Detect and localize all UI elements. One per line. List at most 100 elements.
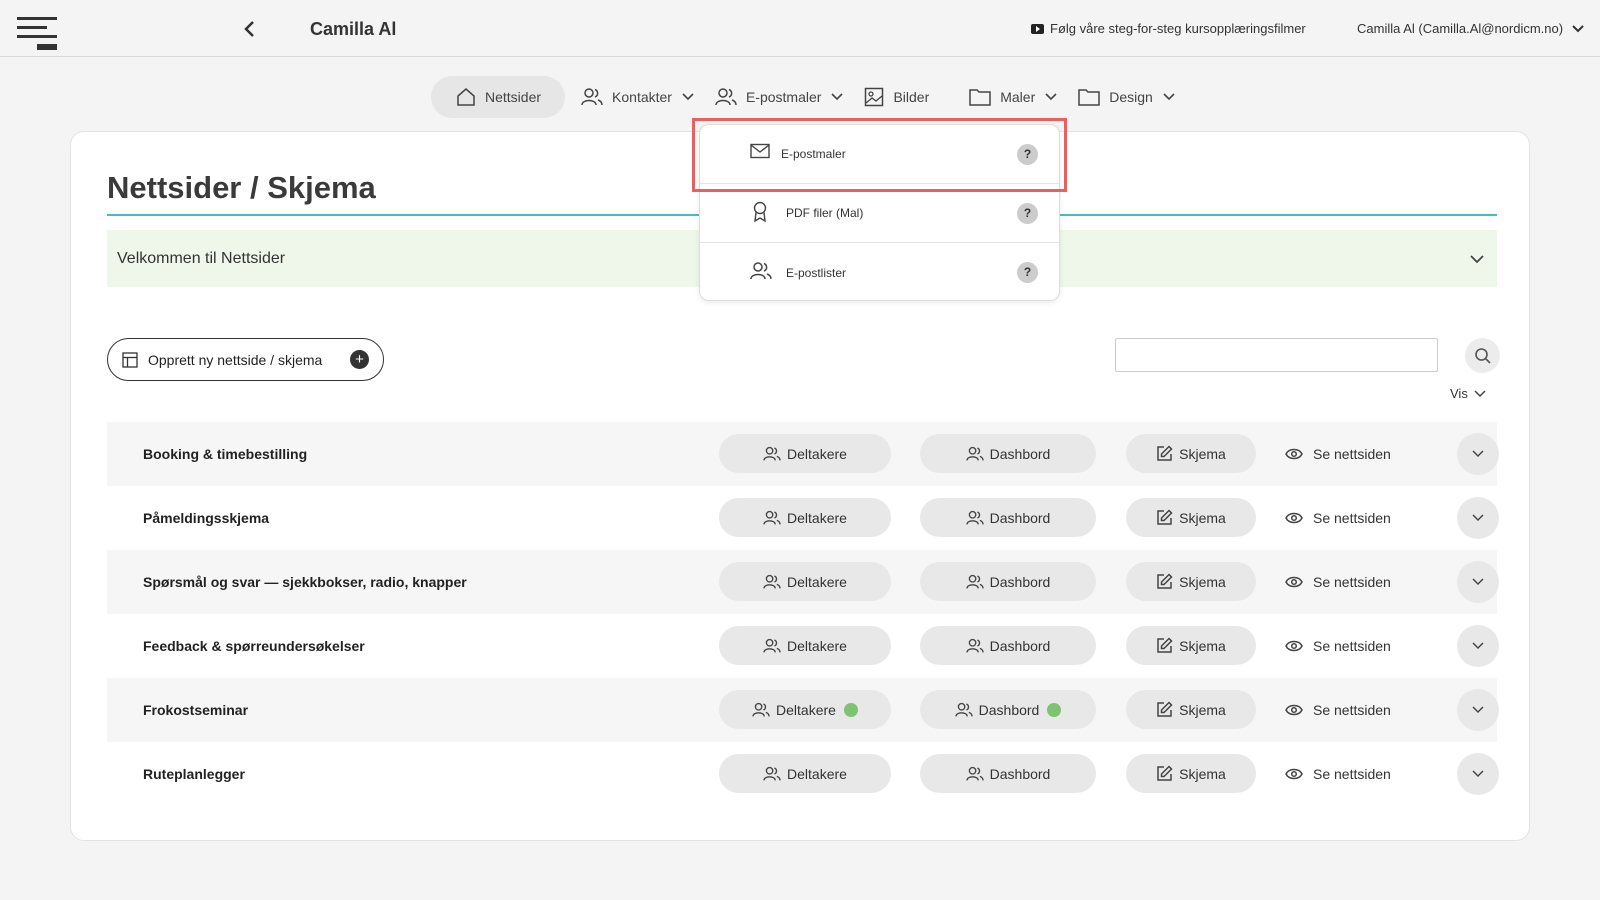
award-icon bbox=[753, 201, 767, 223]
dropdown-item-pdf-filer[interactable]: PDF filer (Mal) ? bbox=[700, 184, 1059, 243]
dashboard-label: Dashbord bbox=[989, 445, 1051, 462]
tab-design[interactable]: Design bbox=[1068, 76, 1186, 118]
view-page-label: Se nettsiden bbox=[1313, 509, 1391, 526]
table-row: Spørsmål og svar — sjekkbokser, radio, k… bbox=[107, 550, 1499, 614]
form-button[interactable]: Skjema bbox=[1126, 754, 1256, 793]
tab-label: Kontakter bbox=[612, 89, 672, 105]
view-page-button[interactable]: Se nettsiden bbox=[1285, 690, 1391, 729]
tab-label: Design bbox=[1109, 89, 1153, 105]
form-button[interactable]: Skjema bbox=[1126, 690, 1256, 729]
tutorial-videos-link[interactable]: Følg våre steg-for-steg kursopplæringsfi… bbox=[1031, 21, 1306, 36]
users-icon bbox=[715, 88, 737, 106]
search-icon bbox=[1474, 347, 1491, 364]
users-icon bbox=[965, 638, 984, 653]
tab-kontakter[interactable]: Kontakter bbox=[571, 76, 705, 118]
tab-bilder[interactable]: Bilder bbox=[854, 76, 939, 118]
participants-button[interactable]: Deltakere bbox=[719, 626, 891, 665]
view-page-button[interactable]: Se nettsiden bbox=[1285, 562, 1391, 601]
dropdown-item-label: E-postlister bbox=[786, 265, 847, 280]
view-page-label: Se nettsiden bbox=[1313, 445, 1391, 462]
chevron-down-icon bbox=[1472, 514, 1484, 522]
user-menu[interactable]: Camilla Al (Camilla.Al@nordicm.no) bbox=[1357, 21, 1585, 36]
help-icon[interactable]: ? bbox=[1017, 262, 1038, 283]
chevron-down-icon bbox=[1472, 770, 1484, 778]
chevron-down-icon bbox=[1572, 24, 1584, 32]
table-row: Frokostseminar Deltakere Dashbord Skjema Se … bbox=[107, 678, 1499, 742]
form-button[interactable]: Skjema bbox=[1126, 562, 1256, 601]
row-title[interactable]: Frokostseminar bbox=[143, 702, 248, 718]
dashboard-button[interactable]: Dashbord bbox=[920, 754, 1096, 793]
participants-button[interactable]: Deltakere bbox=[719, 562, 891, 601]
row-expand-button[interactable] bbox=[1457, 433, 1499, 475]
dashboard-button[interactable]: Dashbord bbox=[920, 498, 1096, 537]
dashboard-button[interactable]: Dashbord bbox=[920, 562, 1096, 601]
participants-button[interactable]: Deltakere bbox=[719, 434, 891, 473]
row-expand-button[interactable] bbox=[1457, 497, 1499, 539]
tutorial-videos-label: Følg våre steg-for-steg kursopplæringsfi… bbox=[1050, 21, 1306, 36]
dashboard-button[interactable]: Dashbord bbox=[920, 690, 1096, 729]
help-icon[interactable]: ? bbox=[1017, 202, 1038, 224]
back-chevron-icon[interactable] bbox=[240, 18, 260, 40]
users-icon bbox=[763, 574, 781, 589]
dashboard-label: Dashbord bbox=[989, 573, 1051, 590]
view-page-button[interactable]: Se nettsiden bbox=[1285, 498, 1391, 537]
dashboard-label: Dashbord bbox=[978, 701, 1040, 718]
row-expand-button[interactable] bbox=[1457, 625, 1499, 667]
row-title[interactable]: Ruteplanlegger bbox=[143, 766, 245, 782]
eye-icon bbox=[1285, 768, 1303, 779]
row-expand-button[interactable] bbox=[1457, 689, 1499, 731]
edit-icon bbox=[1157, 637, 1173, 653]
row-title[interactable]: Påmeldingsskjema bbox=[143, 510, 269, 526]
chevron-down-icon bbox=[1163, 93, 1175, 101]
edit-icon bbox=[1157, 509, 1173, 525]
vis-dropdown[interactable]: Vis bbox=[1450, 386, 1486, 401]
search-button[interactable] bbox=[1465, 338, 1500, 373]
dashboard-label: Dashbord bbox=[989, 509, 1051, 526]
participants-button[interactable]: Deltakere bbox=[719, 498, 891, 537]
dropdown-item-e-postlister[interactable]: E-postlister ? bbox=[700, 243, 1059, 302]
chevron-down-icon bbox=[831, 93, 844, 101]
dashboard-button[interactable]: Dashbord bbox=[920, 626, 1096, 665]
users-icon bbox=[965, 766, 984, 781]
tab-maler[interactable]: Maler bbox=[959, 76, 1068, 118]
form-label: Skjema bbox=[1179, 765, 1226, 782]
edit-icon bbox=[1157, 573, 1173, 589]
row-expand-button[interactable] bbox=[1457, 561, 1499, 603]
edit-icon bbox=[1157, 701, 1173, 717]
user-name: Camilla Al (Camilla.Al@nordicm.no) bbox=[1357, 21, 1564, 36]
table-row: Ruteplanlegger Deltakere Dashbord Skjema Se … bbox=[107, 742, 1499, 806]
help-icon[interactable]: ? bbox=[1017, 143, 1038, 165]
dashboard-label: Dashbord bbox=[989, 765, 1051, 782]
dropdown-item-e-postmaler[interactable]: E-postmaler ? bbox=[700, 125, 1059, 184]
participants-button[interactable]: Deltakere bbox=[719, 690, 891, 729]
users-icon bbox=[965, 510, 984, 525]
users-icon bbox=[581, 88, 603, 106]
dashboard-button[interactable]: Dashbord bbox=[920, 434, 1096, 473]
form-button[interactable]: Skjema bbox=[1126, 498, 1256, 537]
tab-label: Nettsider bbox=[485, 89, 542, 105]
row-title[interactable]: Spørsmål og svar — sjekkbokser, radio, k… bbox=[143, 574, 467, 590]
form-button[interactable]: Skjema bbox=[1126, 434, 1256, 473]
tab-nettsider[interactable]: Nettsider bbox=[431, 76, 566, 118]
eye-icon bbox=[1285, 512, 1303, 523]
participants-button[interactable]: Deltakere bbox=[719, 754, 891, 793]
view-page-button[interactable]: Se nettsiden bbox=[1285, 626, 1391, 665]
form-button[interactable]: Skjema bbox=[1126, 626, 1256, 665]
search-input[interactable] bbox=[1115, 338, 1438, 372]
row-title[interactable]: Booking & timebestilling bbox=[143, 446, 307, 462]
view-page-button[interactable]: Se nettsiden bbox=[1285, 434, 1391, 473]
view-page-button[interactable]: Se nettsiden bbox=[1285, 754, 1391, 793]
row-title[interactable]: Feedback & spørreundersøkelser bbox=[143, 638, 365, 654]
eye-icon bbox=[1285, 448, 1303, 459]
users-icon bbox=[763, 446, 781, 461]
plus-icon: + bbox=[350, 350, 369, 369]
create-page-button[interactable]: Opprett ny nettside / skjema + bbox=[107, 338, 384, 381]
hamburger-menu-icon[interactable] bbox=[17, 17, 59, 53]
eye-icon bbox=[1285, 576, 1303, 587]
form-label: Skjema bbox=[1179, 573, 1226, 590]
participants-label: Deltakere bbox=[787, 509, 847, 526]
tab-e-postmaler[interactable]: E-postmaler bbox=[705, 76, 854, 118]
folder-icon bbox=[1078, 89, 1100, 106]
row-expand-button[interactable] bbox=[1457, 753, 1499, 795]
youtube-icon bbox=[1031, 23, 1044, 34]
